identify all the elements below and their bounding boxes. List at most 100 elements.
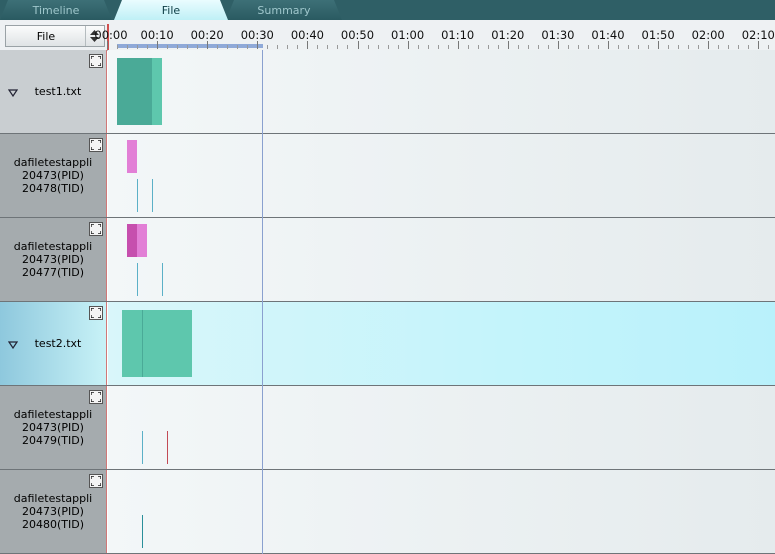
thread-info: dafiletestappli 20473(PID) 20480(TID) bbox=[0, 492, 106, 531]
tick-minor bbox=[387, 45, 389, 49]
tick-minor bbox=[237, 45, 239, 49]
tick-minor bbox=[537, 45, 539, 49]
tick-minor bbox=[377, 45, 379, 49]
thread-row[interactable]: dafiletestappli 20473(PID) 20479(TID) bbox=[0, 386, 775, 470]
file-access-block[interactable] bbox=[142, 310, 192, 377]
tick-minor bbox=[177, 45, 179, 49]
thread-event-line[interactable] bbox=[137, 263, 138, 296]
thread-tid: 20479(TID) bbox=[21, 434, 84, 447]
thread-tid: 20480(TID) bbox=[21, 518, 84, 531]
tick-mark bbox=[758, 41, 760, 49]
thread-event-line[interactable] bbox=[137, 179, 138, 212]
thread-event-line[interactable] bbox=[152, 179, 153, 212]
tick-label: 02:00 bbox=[691, 28, 725, 42]
thread-row[interactable]: dafiletestappli 20473(PID) 20477(TID) bbox=[0, 218, 775, 302]
thread-pid: 20473(PID) bbox=[22, 253, 84, 266]
thread-row[interactable]: dafiletestappli 20473(PID) 20478(TID) bbox=[0, 134, 775, 218]
tick-minor bbox=[688, 45, 690, 49]
selected-range-bar[interactable] bbox=[117, 44, 263, 48]
tab-file[interactable]: File bbox=[114, 0, 228, 20]
file-access-block[interactable] bbox=[137, 224, 147, 257]
thread-pid: 20473(PID) bbox=[22, 421, 84, 434]
thread-info: dafiletestappli 20473(PID) 20479(TID) bbox=[0, 408, 106, 447]
tick-minor bbox=[628, 45, 630, 49]
tick-minor bbox=[597, 45, 599, 49]
file-row[interactable]: test1.txt bbox=[0, 50, 775, 134]
row-chart-area[interactable] bbox=[108, 218, 775, 301]
tick-minor bbox=[397, 45, 399, 49]
tick-minor bbox=[147, 45, 149, 49]
tick-mark bbox=[107, 41, 108, 49]
tick-label: 01:30 bbox=[541, 28, 575, 42]
tick-label: 00:00 bbox=[94, 28, 128, 42]
tick-minor bbox=[337, 45, 339, 49]
expand-icon[interactable] bbox=[89, 138, 103, 152]
tick-label: 01:00 bbox=[391, 28, 425, 42]
tick-mark bbox=[257, 41, 259, 49]
thread-event-line[interactable] bbox=[142, 515, 143, 548]
tick-minor bbox=[718, 45, 720, 49]
file-rows: test1.txt dafiletestappli 20473(PID) 20478(… bbox=[0, 50, 775, 554]
tick-minor bbox=[187, 45, 189, 49]
tick-minor bbox=[427, 45, 429, 49]
tick-minor bbox=[618, 45, 620, 49]
tick-minor bbox=[317, 45, 319, 49]
file-row[interactable]: test2.txt bbox=[0, 302, 775, 386]
expand-icon[interactable] bbox=[89, 390, 103, 404]
tick-minor bbox=[277, 45, 279, 49]
thread-row-label[interactable]: dafiletestappli 20473(PID) 20479(TID) bbox=[0, 386, 107, 469]
tick-minor bbox=[217, 45, 219, 49]
row-chart-area[interactable] bbox=[108, 134, 775, 217]
tick-minor bbox=[768, 45, 770, 49]
thread-row-label[interactable]: dafiletestappli 20473(PID) 20478(TID) bbox=[0, 134, 107, 217]
thread-row-label[interactable]: dafiletestappli 20473(PID) 20480(TID) bbox=[0, 470, 107, 553]
tab-timeline[interactable]: Timeline bbox=[0, 0, 112, 20]
tick-minor bbox=[127, 45, 129, 49]
thread-info: dafiletestappli 20473(PID) 20477(TID) bbox=[0, 240, 106, 279]
thread-pid: 20473(PID) bbox=[22, 169, 84, 182]
tick-minor bbox=[477, 45, 479, 49]
thread-event-line[interactable] bbox=[167, 431, 168, 464]
tick-minor bbox=[547, 45, 549, 49]
thread-process: dafiletestappli bbox=[13, 156, 93, 169]
thread-row-label[interactable]: dafiletestappli 20473(PID) 20477(TID) bbox=[0, 218, 107, 301]
tick-minor bbox=[327, 45, 329, 49]
row-chart-area[interactable] bbox=[108, 302, 775, 385]
thread-process: dafiletestappli bbox=[13, 408, 93, 421]
file-access-block[interactable] bbox=[122, 310, 142, 377]
file-access-block[interactable] bbox=[117, 58, 152, 125]
tick-label: 00:40 bbox=[290, 28, 324, 42]
tick-label: 01:50 bbox=[641, 28, 675, 42]
time-ruler[interactable]: 00:00 00:10 00:20 00:30 00:40 00:50 01:00 01:10… bbox=[94, 20, 775, 50]
file-access-block[interactable] bbox=[127, 224, 137, 257]
file-access-block[interactable] bbox=[152, 58, 162, 125]
tick-minor bbox=[638, 45, 640, 49]
tick-mark bbox=[457, 41, 459, 49]
row-chart-area[interactable] bbox=[108, 470, 775, 553]
tick-minor bbox=[367, 45, 369, 49]
thread-row[interactable]: dafiletestappli 20473(PID) 20480(TID) bbox=[0, 470, 775, 554]
expand-icon[interactable] bbox=[89, 474, 103, 488]
tick-mark bbox=[157, 41, 159, 49]
thread-info: dafiletestappli 20473(PID) 20478(TID) bbox=[0, 156, 106, 195]
tick-mark bbox=[207, 41, 209, 49]
tick-minor bbox=[487, 45, 489, 49]
tick-minor bbox=[738, 45, 740, 49]
file-name: test2.txt bbox=[34, 337, 82, 350]
tick-label: 00:20 bbox=[190, 28, 224, 42]
expand-icon[interactable] bbox=[89, 222, 103, 236]
file-row-label[interactable]: test1.txt bbox=[0, 50, 107, 133]
tab-summary[interactable]: Summary bbox=[226, 0, 342, 20]
collapse-triangle-icon[interactable] bbox=[7, 87, 19, 98]
thread-process: dafiletestappli bbox=[13, 240, 93, 253]
thread-event-line[interactable] bbox=[162, 263, 163, 296]
collapse-triangle-icon[interactable] bbox=[7, 339, 19, 350]
file-row-label[interactable]: test2.txt bbox=[0, 302, 107, 385]
view-type-combobox[interactable]: File bbox=[5, 25, 105, 47]
time-cursor-line[interactable] bbox=[262, 50, 263, 554]
thread-event-line[interactable] bbox=[142, 310, 143, 377]
thread-event-line[interactable] bbox=[142, 431, 143, 464]
row-chart-area[interactable] bbox=[108, 386, 775, 469]
row-chart-area[interactable] bbox=[108, 50, 775, 133]
file-access-block[interactable] bbox=[127, 140, 137, 173]
